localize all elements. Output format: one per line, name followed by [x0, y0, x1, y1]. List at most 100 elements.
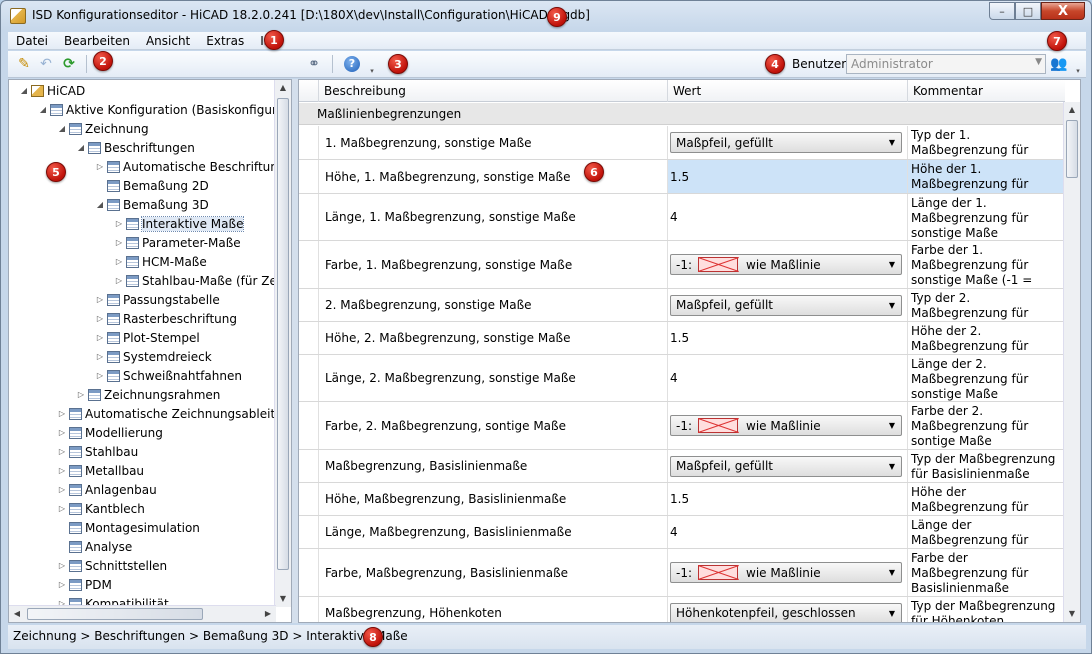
undo-icon[interactable]: ↶ [38, 56, 54, 72]
collapse-icon[interactable]: ◢ [95, 200, 105, 209]
tree-item[interactable]: ▷ Kantblech [57, 499, 145, 518]
select-all-corner[interactable] [299, 80, 319, 102]
tree-item[interactable]: ▷ PDM [57, 575, 112, 594]
row-selector[interactable] [299, 549, 319, 596]
tree-scroll-thumb[interactable] [277, 98, 289, 570]
value-text[interactable]: 4 [670, 525, 678, 539]
expand-icon[interactable]: ▷ [57, 428, 67, 437]
row-value-cell[interactable]: Höhenkotenpfeil, geschlossen ▼ [668, 597, 908, 622]
row-selector[interactable] [299, 402, 319, 449]
row-value-cell[interactable]: 4 [668, 355, 908, 401]
menu-bearbeiten[interactable]: Bearbeiten [56, 34, 138, 48]
row-selector[interactable] [299, 450, 319, 482]
tree-item[interactable]: ▷ Modellierung [57, 423, 163, 442]
row-selector[interactable] [299, 126, 319, 159]
table-row[interactable]: 2. Maßbegrenzung, sonstige Maße Maßpfeil,… [299, 289, 1065, 322]
help-dropdown-icon[interactable]: ▾ [364, 63, 380, 79]
color-dropdown[interactable]: -1: wie Maßlinie ▼ [670, 415, 902, 436]
value-dropdown[interactable]: Maßpfeil, gefüllt ▼ [670, 455, 902, 477]
tree-item[interactable]: Bemaßung 2D [95, 176, 209, 195]
expand-icon[interactable]: ▷ [57, 561, 67, 570]
table-row[interactable]: Höhe, Maßbegrenzung, Basislinienmaße 1.5 H… [299, 483, 1065, 516]
grid-scroll-thumb[interactable] [1066, 120, 1078, 178]
color-dropdown[interactable]: -1: wie Maßlinie ▼ [670, 562, 902, 583]
table-row[interactable]: Maßbegrenzung, Höhenkoten Höhenkotenpfeil… [299, 597, 1065, 622]
expand-icon[interactable]: ▷ [95, 352, 105, 361]
minimize-button[interactable]: – [989, 2, 1015, 20]
row-value-cell[interactable]: 4 [668, 516, 908, 548]
close-button[interactable]: X [1041, 2, 1085, 20]
tree-item[interactable]: ▷ Automatische Beschriftung [95, 157, 286, 176]
tree-item[interactable]: Montagesimulation [57, 518, 200, 537]
grid-vertical-scrollbar[interactable]: ▲ ▼ [1063, 102, 1080, 622]
value-dropdown[interactable]: Höhenkotenpfeil, geschlossen ▼ [670, 602, 902, 622]
refresh-icon[interactable]: ⟳ [61, 56, 77, 72]
tree-item[interactable]: ▷ Schnittstellen [57, 556, 167, 575]
expand-icon[interactable]: ▷ [95, 295, 105, 304]
table-row[interactable]: Farbe, 1. Maßbegrenzung, sonstige Maße -1… [299, 241, 1065, 289]
toolbar-overflow-icon[interactable]: ▾ [1070, 63, 1086, 79]
expand-icon[interactable]: ▷ [57, 485, 67, 494]
row-value-cell[interactable]: -1: wie Maßlinie ▼ [668, 549, 908, 596]
value-text[interactable]: 1.5 [670, 170, 689, 184]
collapse-icon[interactable]: ◢ [19, 86, 29, 95]
expand-icon[interactable]: ▷ [57, 447, 67, 456]
help-icon[interactable]: ? [344, 56, 360, 72]
row-selector[interactable] [299, 289, 319, 321]
column-header-beschreibung[interactable]: Beschreibung [319, 80, 668, 102]
value-text[interactable]: 1.5 [670, 492, 689, 506]
tree-item[interactable]: ◢ HiCAD [19, 81, 85, 100]
row-value-cell[interactable]: Maßpfeil, gefüllt ▼ [668, 289, 908, 321]
user-settings-icon[interactable]: 👥 [1050, 56, 1067, 72]
value-text[interactable]: 4 [670, 371, 678, 385]
tree-item[interactable]: ▷ HCM-Maße [114, 252, 207, 271]
tree-item[interactable]: ▷ Interaktive Maße [114, 214, 245, 233]
table-row[interactable]: Höhe, 1. Maßbegrenzung, sonstige Maße 1.5… [299, 160, 1065, 194]
scroll-up-icon[interactable]: ▲ [1064, 102, 1080, 118]
row-selector[interactable] [299, 322, 319, 354]
row-value-cell[interactable]: Maßpfeil, gefüllt ▼ [668, 450, 908, 482]
row-selector[interactable] [299, 483, 319, 515]
table-row[interactable]: Farbe, Maßbegrenzung, Basislinienmaße -1:… [299, 549, 1065, 597]
table-row[interactable]: Länge, Maßbegrenzung, Basislinienmaße 4 Lä… [299, 516, 1065, 549]
tree-item[interactable]: Analyse [57, 537, 132, 556]
table-row[interactable]: Länge, 1. Maßbegrenzung, sonstige Maße 4 L… [299, 194, 1065, 241]
tree-item[interactable]: ◢ Zeichnung [57, 119, 149, 138]
tree-vertical-scrollbar[interactable]: ▲ ▼ [274, 80, 291, 607]
row-value-cell[interactable]: -1: wie Maßlinie ▼ [668, 402, 908, 449]
expand-icon[interactable]: ▷ [57, 580, 67, 589]
tree-item[interactable]: ▷ Automatische Zeichnungsableitung [57, 404, 291, 423]
tree-item[interactable]: ▷ Stahlbau-Maße (für Zeic [114, 271, 287, 290]
expand-icon[interactable]: ▷ [57, 504, 67, 513]
scroll-up-icon[interactable]: ▲ [275, 80, 291, 96]
row-selector[interactable] [299, 355, 319, 401]
tree-hscroll-thumb[interactable] [27, 608, 203, 620]
table-row[interactable]: Maßbegrenzung, Basislinienmaße Maßpfeil, … [299, 450, 1065, 483]
tree-item[interactable]: ▷ Rasterbeschriftung [95, 309, 237, 328]
expand-icon[interactable]: ▷ [95, 314, 105, 323]
row-value-cell[interactable]: 1.5 [668, 483, 908, 515]
menu-extras[interactable]: Extras [198, 34, 252, 48]
scroll-down-icon[interactable]: ▼ [275, 591, 291, 607]
tree-item[interactable]: ▷ Passungstabelle [95, 290, 220, 309]
column-header-kommentar[interactable]: Kommentar [908, 80, 1065, 102]
tree-horizontal-scrollbar[interactable]: ◀ ▶ [9, 605, 276, 622]
column-header-wert[interactable]: Wert [668, 80, 908, 102]
expand-icon[interactable]: ▷ [95, 162, 105, 171]
expand-icon[interactable]: ▷ [57, 409, 67, 418]
row-value-cell[interactable]: 4 [668, 194, 908, 240]
tree-item[interactable]: ▷ Parameter-Maße [114, 233, 241, 252]
expand-icon[interactable]: ▷ [57, 466, 67, 475]
row-selector[interactable] [299, 160, 319, 193]
table-row[interactable]: Länge, 2. Maßbegrenzung, sonstige Maße 4 L… [299, 355, 1065, 402]
row-selector[interactable] [299, 241, 319, 288]
tree-item[interactable]: ▷ Plot-Stempel [95, 328, 200, 347]
expand-icon[interactable]: ▷ [114, 276, 124, 285]
table-row[interactable]: Höhe, 2. Maßbegrenzung, sonstige Maße 1.5… [299, 322, 1065, 355]
row-value-cell[interactable]: -1: wie Maßlinie ▼ [668, 241, 908, 288]
collapse-icon[interactable]: ◢ [57, 124, 67, 133]
row-value-cell[interactable]: Maßpfeil, gefüllt ▼ [668, 126, 908, 159]
row-value-cell[interactable]: 1.5 [668, 322, 908, 354]
tree-item[interactable]: ▷ Schweißnahtfahnen [95, 366, 242, 385]
value-dropdown[interactable]: Maßpfeil, gefüllt ▼ [670, 294, 902, 316]
